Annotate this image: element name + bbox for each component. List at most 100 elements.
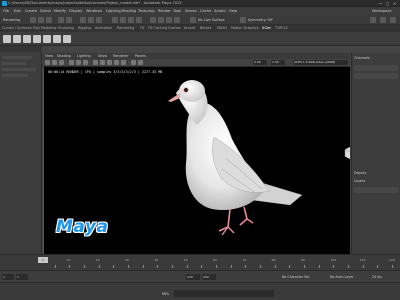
- open-scene-icon[interactable]: [38, 17, 44, 23]
- list-item[interactable]: [2, 56, 32, 59]
- undo-icon[interactable]: [58, 17, 64, 23]
- menu-display[interactable]: Display: [69, 9, 82, 13]
- menu-arnold[interactable]: Arnold: [214, 9, 226, 13]
- shadows-icon[interactable]: [121, 60, 126, 65]
- camera-attributes-icon[interactable]: [52, 60, 57, 65]
- viewcube-icon[interactable]: [344, 145, 350, 161]
- menu-stereo[interactable]: Stereo: [185, 9, 197, 13]
- shelf-tab-curves[interactable]: Curves / Surfaces: [2, 26, 32, 30]
- symmetry-dropdown[interactable]: Symmetry: Off: [248, 18, 273, 22]
- grid-icon[interactable]: [69, 60, 74, 65]
- snap-curve-icon[interactable]: [120, 17, 126, 23]
- time-slider[interactable]: 1 10 20 30 40 50 60 70 80 90 100 110 120: [0, 254, 400, 270]
- panel-menu-show[interactable]: Show: [98, 54, 107, 58]
- fps-dropdown[interactable]: 24 fps: [372, 275, 382, 279]
- range-end-field[interactable]: 200: [202, 274, 216, 280]
- smooth-shade-icon[interactable]: [100, 60, 105, 65]
- minimize-button[interactable]: —: [378, 1, 383, 6]
- toggle-sidebar-icon[interactable]: [380, 17, 386, 23]
- shelf-tab-arnold[interactable]: Arnold: [184, 26, 195, 30]
- textured-icon[interactable]: [107, 60, 112, 65]
- attribute-editor-icon[interactable]: [390, 17, 396, 23]
- redo-icon[interactable]: [66, 17, 72, 23]
- menu-render[interactable]: Render: [158, 9, 171, 13]
- list-item[interactable]: [2, 74, 28, 77]
- shelf-tab-mash[interactable]: MASH: [217, 26, 227, 30]
- select-hierarchy-icon[interactable]: [80, 17, 86, 23]
- shelf-tab-motion-graphics[interactable]: Motion Graphics: [231, 26, 259, 30]
- lights-icon[interactable]: [114, 60, 119, 65]
- save-scene-icon[interactable]: [46, 17, 52, 23]
- shelf-tab-poly[interactable]: Poly Modeling: [33, 26, 56, 30]
- menu-create[interactable]: Create: [25, 9, 37, 13]
- shelf-tool-icon[interactable]: [63, 35, 71, 43]
- layers-tab[interactable]: Layers: [354, 179, 365, 183]
- menu-select[interactable]: Select: [40, 9, 51, 13]
- wireframe-icon[interactable]: [93, 60, 98, 65]
- shelf-tab-bifrost[interactable]: Bifrost: [200, 26, 211, 30]
- shelf-tool-icon[interactable]: [43, 35, 51, 43]
- menu-lighting-shading[interactable]: Lighting/Shading: [106, 9, 136, 13]
- command-input[interactable]: [174, 290, 274, 297]
- shelf-tool-icon[interactable]: [3, 35, 11, 43]
- menu-toon[interactable]: Toon: [173, 9, 181, 13]
- snap-view-plane-icon[interactable]: [136, 17, 142, 23]
- panel-menu-view[interactable]: View: [45, 54, 53, 58]
- select-camera-icon[interactable]: [45, 60, 50, 65]
- panel-menu-shading[interactable]: Shading: [57, 54, 71, 58]
- menu-windows[interactable]: Windows: [86, 9, 102, 13]
- shelf-tool-icon[interactable]: [13, 35, 21, 43]
- 3d-viewport[interactable]: 00:00:14 RENDER | CPU | samples 3/3/3/3/…: [43, 67, 350, 254]
- maximize-button[interactable]: □: [385, 1, 390, 6]
- select-object-icon[interactable]: [88, 17, 94, 23]
- playback-start-field[interactable]: 1: [16, 274, 28, 280]
- range-start-field[interactable]: 1: [2, 274, 14, 280]
- close-button[interactable]: ×: [392, 1, 397, 6]
- menu-texturing[interactable]: Texturing: [138, 9, 155, 13]
- menu-file[interactable]: File: [3, 9, 9, 13]
- ipr-render-icon[interactable]: [158, 17, 164, 23]
- select-component-icon[interactable]: [96, 17, 102, 23]
- shelf-tab-rigging[interactable]: Rigging: [78, 26, 91, 30]
- list-item[interactable]: [2, 68, 36, 71]
- symmetry-icon[interactable]: [240, 17, 246, 23]
- render-frame-icon[interactable]: [150, 17, 156, 23]
- shelf-tool-icon[interactable]: [23, 35, 31, 43]
- shelf-tool-icon[interactable]: [33, 35, 41, 43]
- panel-menu-lighting[interactable]: Lighting: [77, 54, 91, 58]
- character-set-dropdown[interactable]: No Character Set: [282, 275, 309, 279]
- new-scene-icon[interactable]: [30, 17, 36, 23]
- shelf-tab-animation[interactable]: Animation: [95, 26, 112, 30]
- menu-cache[interactable]: Cache: [200, 9, 211, 13]
- snap-grid-icon[interactable]: [112, 17, 118, 23]
- xray-icon[interactable]: [131, 60, 136, 65]
- isolate-select-icon[interactable]: [138, 60, 143, 65]
- shelf-tab-fx[interactable]: FX: [140, 26, 144, 30]
- shelf-tab-fx-caching[interactable]: FX Caching: [148, 26, 167, 30]
- panel-menu-renderer[interactable]: Renderer: [113, 54, 128, 58]
- exposure-field[interactable]: 0.00: [253, 60, 267, 65]
- menu-modify[interactable]: Modify: [54, 9, 66, 13]
- live-surface-icon[interactable]: [190, 17, 196, 23]
- resolution-gate-icon[interactable]: [83, 60, 88, 65]
- layer-row[interactable]: [354, 187, 398, 193]
- film-gate-icon[interactable]: [76, 60, 81, 65]
- anim-layer-dropdown[interactable]: No Anim Layer: [330, 275, 353, 279]
- panel-menu-panels[interactable]: Panels: [135, 54, 146, 58]
- playback-end-field[interactable]: 120: [186, 274, 200, 280]
- menuset-dropdown[interactable]: Rendering: [3, 18, 20, 22]
- hypershade-icon[interactable]: [174, 17, 180, 23]
- color-space-dropdown[interactable]: ACES 1.0 SDR-video (sRGB): [293, 60, 348, 65]
- render-settings-icon[interactable]: [166, 17, 172, 23]
- menu-edit[interactable]: Edit: [14, 9, 21, 13]
- workspace-selector[interactable]: Workspace: [372, 9, 392, 13]
- mel-label[interactable]: MEL: [162, 292, 169, 296]
- shelf-tab-custom[interactable]: Custom: [168, 26, 181, 30]
- shelf-tab-sculpting[interactable]: Sculpting: [58, 26, 74, 30]
- gamma-field[interactable]: 1.00: [271, 60, 285, 65]
- shelf-tab-turtle[interactable]: TURTLE: [275, 26, 288, 30]
- list-item[interactable]: [2, 62, 26, 65]
- shelf-tab-rendering[interactable]: Rendering: [117, 26, 134, 30]
- bookmark-icon[interactable]: [59, 60, 64, 65]
- current-frame-marker[interactable]: 1: [38, 257, 48, 263]
